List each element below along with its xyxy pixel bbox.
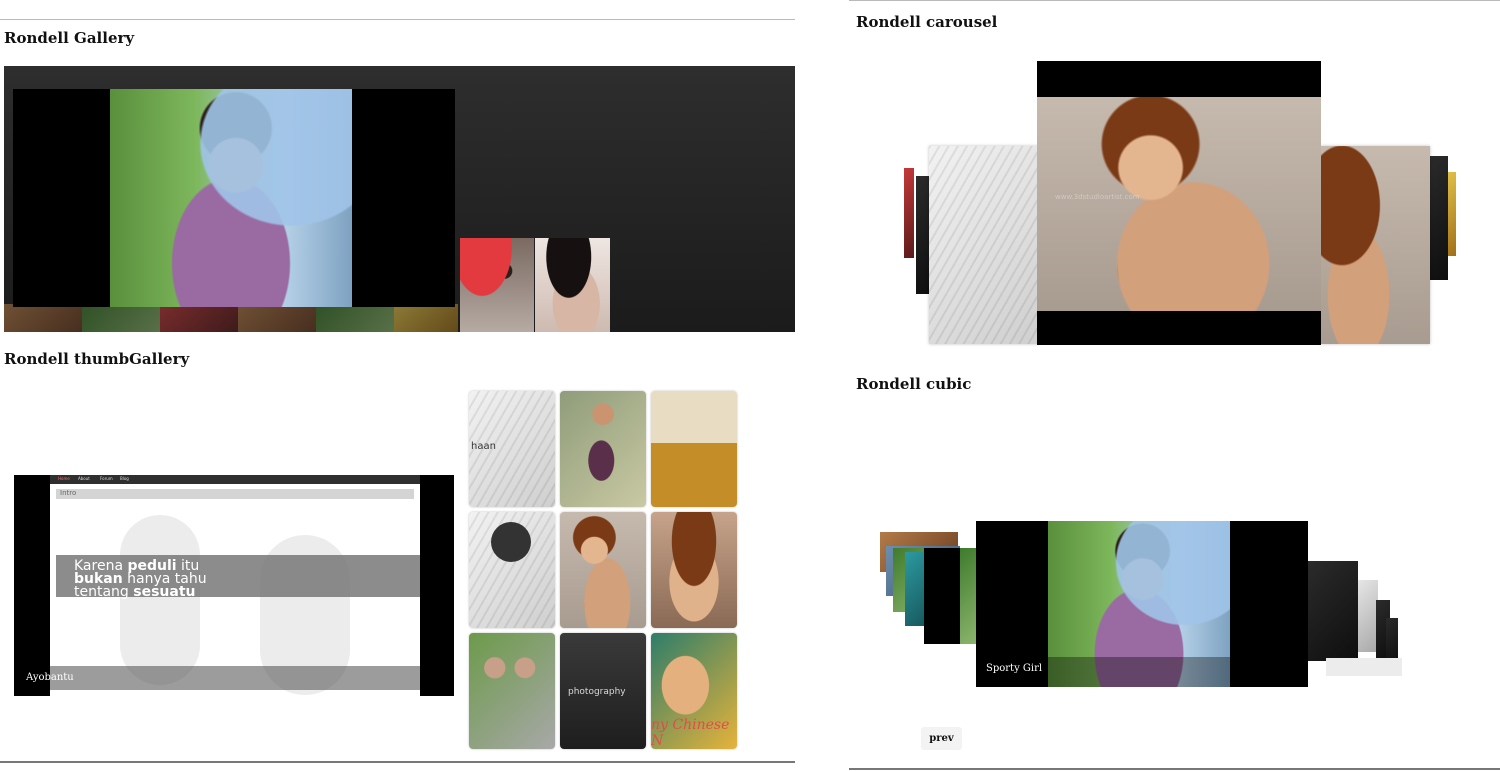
cubic-item-far[interactable] xyxy=(1386,618,1398,662)
carousel-item-right[interactable] xyxy=(1320,146,1430,344)
site-nav-item: Home xyxy=(58,476,70,481)
gallery-thumb-umbrella[interactable] xyxy=(460,238,534,332)
grid-thumb-9[interactable]: ny Chinese N xyxy=(651,633,737,749)
carousel-watermark: www.3dstudioartist.com xyxy=(1055,193,1140,201)
grid-thumb-7[interactable] xyxy=(469,633,555,749)
thumb-gallery-caption: Ayobantu xyxy=(26,672,74,683)
prev-button[interactable]: prev xyxy=(922,728,961,749)
grid-thumb-8[interactable]: photography xyxy=(560,633,646,749)
gallery-strip-thumb[interactable] xyxy=(160,304,238,332)
gallery-stage xyxy=(4,66,795,332)
gallery-strip-thumb[interactable] xyxy=(82,304,160,332)
carousel-item-far[interactable] xyxy=(1428,156,1448,280)
grid-thumb-1-text: haan xyxy=(471,441,496,452)
cubic-shadow-item xyxy=(1326,658,1402,676)
gallery-main-frame[interactable] xyxy=(13,89,455,307)
caption-band xyxy=(50,666,420,690)
cubic-item-right[interactable] xyxy=(1308,561,1358,661)
cubic-item-left[interactable] xyxy=(924,548,976,644)
carousel-item-far[interactable] xyxy=(904,168,914,258)
thumb-gallery-preview[interactable]: Home About Forum Blog Intro Karena pedul… xyxy=(14,475,454,696)
website-screenshot: Home About Forum Blog Intro Karena pedul… xyxy=(50,475,420,696)
cubic-item-far[interactable] xyxy=(1358,580,1378,652)
cubic-item-left-photo xyxy=(960,548,976,644)
thumb-gallery-title: Rondell thumbGallery xyxy=(4,350,190,368)
grid-thumb-9-text: ny Chinese N xyxy=(651,717,730,749)
site-tabbar: Intro xyxy=(56,489,414,499)
grid-thumb-6[interactable] xyxy=(651,512,737,628)
gallery-strip-thumb[interactable] xyxy=(394,304,458,332)
site-nav-item: Forum xyxy=(100,476,113,481)
carousel-main-photo: www.3dstudioartist.com xyxy=(1037,97,1321,311)
gallery-strip-thumb[interactable] xyxy=(4,304,82,332)
top-rule-right xyxy=(849,0,1500,1)
top-rule-left xyxy=(0,19,795,20)
gallery-title: Rondell Gallery xyxy=(4,29,135,47)
grid-thumb-2[interactable] xyxy=(560,391,646,507)
bottom-rule-left xyxy=(0,761,795,763)
gallery-strip-thumb[interactable] xyxy=(238,304,316,332)
carousel-main-frame[interactable]: www.3dstudioartist.com xyxy=(1037,61,1321,345)
cubic-title: Rondell cubic xyxy=(856,375,972,393)
hair-shape xyxy=(491,522,531,562)
gallery-thumb-closeup[interactable] xyxy=(535,238,610,332)
carousel-title: Rondell carousel xyxy=(856,13,998,31)
grid-thumb-1[interactable]: haan xyxy=(469,391,555,507)
grid-thumb-8-text: photography xyxy=(568,687,626,697)
grid-thumb-3[interactable] xyxy=(651,391,737,507)
grid-thumb-4[interactable] xyxy=(469,512,555,628)
grid-thumb-5[interactable] xyxy=(560,512,646,628)
cubic-caption: Sporty Girl xyxy=(986,663,1043,674)
bottom-rule-right xyxy=(849,768,1500,770)
site-nav-item: Blog xyxy=(120,476,129,481)
site-tab-label: Intro xyxy=(60,489,77,497)
site-navbar: Home About Forum Blog xyxy=(50,475,420,484)
figure-shape xyxy=(120,515,200,685)
banner-line-3: tentang sesuatu xyxy=(74,584,196,600)
carousel-item-far[interactable] xyxy=(916,176,930,294)
cubic-main-frame[interactable]: Sporty Girl xyxy=(976,521,1308,687)
gallery-main-photo xyxy=(110,89,352,307)
site-nav-item: About xyxy=(78,476,90,481)
carousel-item-left[interactable] xyxy=(929,146,1039,344)
gallery-strip-thumb[interactable] xyxy=(316,304,394,332)
